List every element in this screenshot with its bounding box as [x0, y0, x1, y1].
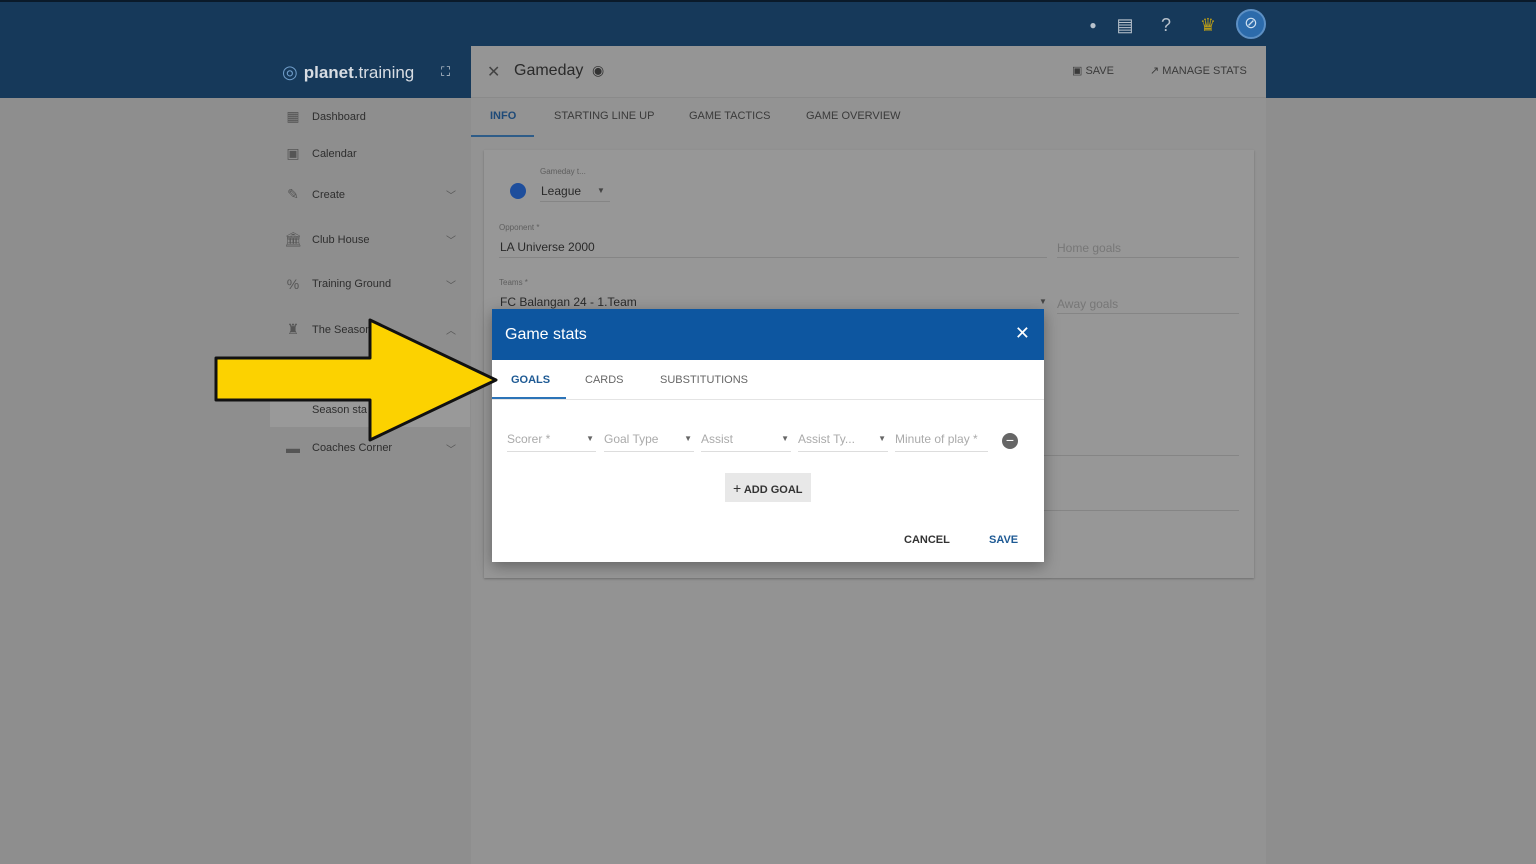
help-icon[interactable]: ? [1155, 14, 1177, 36]
minute-of-play-input[interactable]: Minute of play * [895, 432, 988, 452]
label: Training Ground [312, 278, 392, 290]
plus-icon: + [733, 480, 742, 496]
tab-substitutions[interactable]: SUBSTITUTIONS [660, 374, 748, 386]
status-dot-icon: ● [1089, 18, 1097, 32]
scorer-select[interactable]: Scorer * ▼ [507, 432, 596, 452]
chat-icon[interactable]: ▤ [1114, 14, 1136, 36]
home-goals-input[interactable]: Home goals [1057, 241, 1121, 255]
trophy-icon[interactable]: ♛ [1197, 14, 1219, 36]
brand-bold: planet [303, 62, 354, 82]
dropdown-arrow-icon: ▼ [878, 434, 886, 443]
tab-game-tactics[interactable]: GAME TACTICS [689, 110, 771, 122]
gameday-type-select[interactable]: League [541, 184, 581, 198]
game-stats-dialog: Game stats ✕ GOALS CARDS SUBSTITUTIONS S… [492, 309, 1044, 562]
tab-info[interactable]: INFO [490, 110, 516, 122]
dropdown-arrow-icon: ▼ [597, 186, 605, 195]
sidebar-item-training-ground[interactable]: % Training Ground ﹀ [284, 276, 456, 292]
sidebar-item-club-house[interactable]: 🏛 Club House ﹀ [284, 231, 456, 248]
pencil-icon: ✎ [287, 186, 299, 202]
dropdown-arrow-icon: ▼ [684, 434, 692, 443]
assist-select[interactable]: Assist ▼ [701, 432, 791, 452]
panel-header: ✕ Gameday ◉ ▣ SAVE ↗ MANAGE STATS [471, 46, 1266, 98]
avatar[interactable]: ⊘ [1236, 9, 1266, 39]
field-label: Assist [701, 432, 734, 446]
dialog-header: Game stats ✕ [492, 309, 1044, 360]
label: Dashboard [312, 110, 366, 123]
fullscreen-icon[interactable]: ⛶ [441, 64, 450, 80]
dialog-title: Game stats [505, 326, 587, 343]
dropdown-arrow-icon: ▼ [781, 434, 789, 443]
sidebar-item-calendar[interactable]: ▣ Calendar [284, 145, 456, 162]
add-goal-label: ADD GOAL [743, 484, 803, 496]
cancel-button[interactable]: CANCEL [904, 534, 950, 546]
dialog-save-button[interactable]: SAVE [989, 534, 1018, 546]
close-icon[interactable]: ✕ [1015, 323, 1030, 344]
dropdown-arrow-icon: ▼ [586, 434, 594, 443]
gameday-type-label: Gameday t... [540, 167, 586, 176]
add-goal-button[interactable]: + ADD GOAL [725, 473, 811, 502]
label: Club House [312, 233, 370, 246]
sidebar-item-dashboard[interactable]: ▦ Dashboard [284, 108, 456, 125]
chevron-down-icon: ﹀ [446, 191, 456, 202]
dashboard-icon: ▦ [286, 108, 300, 124]
dialog-tabs: GOALS CARDS SUBSTITUTIONS [492, 360, 1044, 400]
chevron-down-icon: ﹀ [446, 236, 456, 247]
dropdown-arrow-icon: ▼ [1039, 297, 1047, 306]
assist-type-select[interactable]: Assist Ty... ▼ [798, 432, 888, 452]
tab-goals[interactable]: GOALS [511, 374, 550, 386]
opponent-input[interactable]: LA Universe 2000 [500, 240, 595, 254]
percent-icon: % [286, 276, 300, 292]
sidebar: ▦ Dashboard ▣ Calendar ✎ Create ﹀ 🏛 Club Hous… [270, 98, 470, 864]
field-label: Goal Type [604, 432, 659, 446]
label: Calendar [312, 147, 357, 160]
close-icon[interactable]: ✕ [487, 62, 500, 82]
away-goals-input[interactable]: Away goals [1057, 297, 1118, 311]
active-tab-indicator [471, 135, 534, 137]
tab-starting-line-up[interactable]: STARTING LINE UP [554, 110, 654, 122]
page-title: Gameday [514, 62, 584, 79]
field-label: Assist Ty... [798, 432, 855, 446]
manage-stats-button[interactable]: ↗ MANAGE STATS [1150, 64, 1247, 77]
label: Create [312, 188, 346, 201]
gameday-type-color[interactable] [510, 183, 526, 199]
teams-label: Teams * [499, 278, 528, 287]
active-tab-indicator [492, 397, 566, 399]
teams-select[interactable]: FC Balangan 24 - 1.Team [500, 295, 637, 309]
opponent-label: Opponent * [499, 223, 540, 232]
goal-type-select[interactable]: Goal Type ▼ [604, 432, 694, 452]
manage-stats-label: MANAGE STATS [1162, 65, 1247, 77]
chevron-down-icon: ﹀ [446, 280, 456, 292]
remove-goal-icon[interactable]: − [1002, 433, 1018, 449]
yellow-arrow-annotation [214, 318, 498, 442]
brand-logo: ◎ planet.training [282, 62, 414, 83]
field-label: Scorer * [507, 432, 551, 446]
calendar-icon: ▣ [286, 145, 300, 161]
sidebar-item-create[interactable]: ✎ Create ﹀ [284, 186, 456, 203]
panel-tabs: INFO STARTING LINE UP GAME TACTICS GAME … [471, 98, 1266, 138]
eye-icon[interactable]: ◉ [592, 62, 604, 79]
planet-logo-icon: ◎ [282, 62, 298, 82]
field-label: Minute of play * [895, 432, 978, 446]
save-label: SAVE [1085, 65, 1114, 77]
tab-cards[interactable]: CARDS [585, 374, 624, 386]
brand-rest: .training [353, 62, 415, 82]
tab-game-overview[interactable]: GAME OVERVIEW [806, 110, 901, 122]
bank-icon: 🏛 [284, 231, 302, 247]
save-button[interactable]: ▣ SAVE [1072, 64, 1114, 77]
